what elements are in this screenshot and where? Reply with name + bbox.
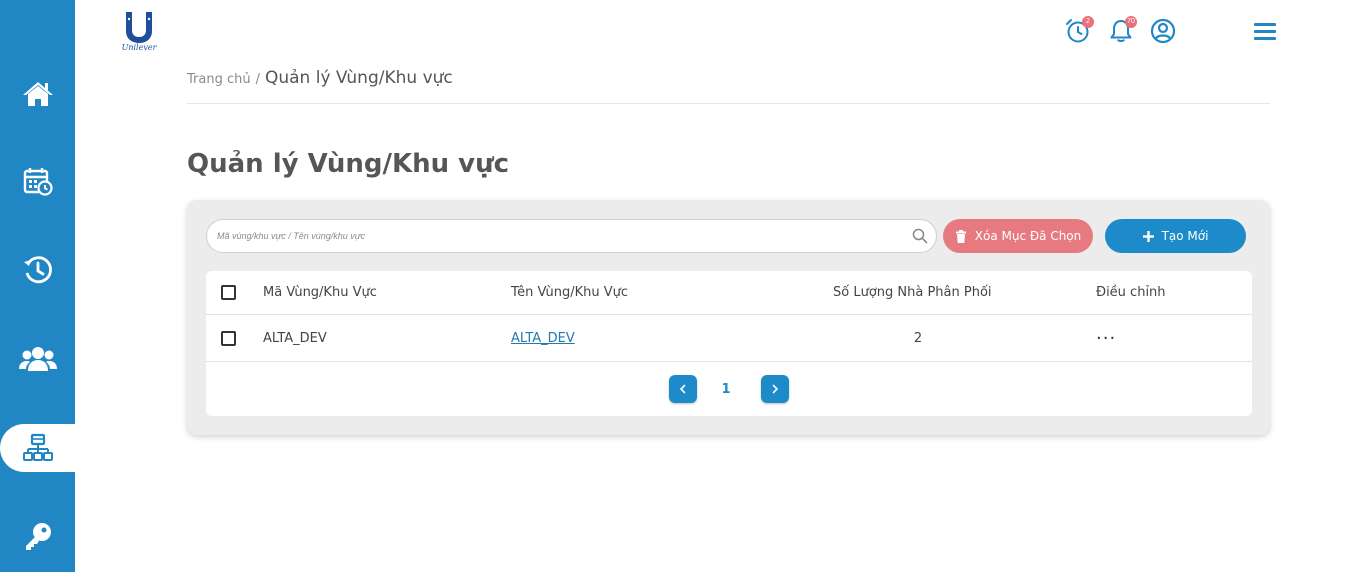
unilever-logo: Unilever [118,10,160,54]
search-input[interactable] [217,220,897,252]
sidebar [0,0,75,572]
search-box [206,219,937,253]
create-new-label: Tạo Mới [1161,229,1209,243]
next-page-button[interactable] [761,375,789,403]
sidebar-item-schedule[interactable] [0,157,75,205]
breadcrumb-divider [187,103,1270,104]
user-circle-icon [1150,18,1176,44]
hamburger-icon[interactable] [1253,21,1277,43]
table-row: ALTA_DEV ALTA_DEV 2 ··· [206,315,1252,362]
page-number-current[interactable]: 1 [716,375,736,403]
calendar-clock-icon [23,168,53,196]
breadcrumb-separator: / [255,72,260,87]
region-code-cell: ALTA_DEV [263,330,327,346]
key-icon [25,523,51,550]
breadcrumb-home-link[interactable]: Trang chủ [187,72,251,87]
account-button[interactable] [1149,17,1177,45]
prev-page-button[interactable] [669,375,697,403]
column-header-name[interactable]: Tên Vùng/Khu Vực [511,271,628,314]
region-list-card: Xóa Mục Đã Chọn Tạo Mới Mã Vùng/Khu Vực … [187,200,1270,435]
distributor-count-cell: 2 [913,330,923,346]
sidebar-item-regions[interactable] [0,424,75,472]
trash-icon [955,229,966,243]
chevron-left-icon [679,384,686,394]
users-icon [18,347,57,371]
page-title: Quản lý Vùng/Khu vực [187,149,510,179]
breadcrumb: Trang chủ / Quản lý Vùng/Khu vực [187,68,453,88]
unilever-u-mark [126,12,152,43]
column-header-actions: Điều chỉnh [1096,285,1166,300]
pagination: 1 [206,375,1252,403]
create-new-button[interactable]: Tạo Mới [1105,219,1246,253]
region-name-link[interactable]: ALTA_DEV [511,331,575,346]
sidebar-item-permissions[interactable] [0,512,75,560]
region-name-cell: ALTA_DEV [511,315,575,361]
column-header-code[interactable]: Mã Vùng/Khu Vực [263,271,377,314]
delete-selected-button[interactable]: Xóa Mục Đã Chọn [943,219,1093,253]
column-header-distributor-count[interactable]: Số Lượng Nhà Phân Phối [833,271,992,314]
sidebar-item-users[interactable] [0,335,75,383]
select-all-checkbox[interactable] [221,285,236,300]
notification-button[interactable]: 70 [1107,16,1137,45]
table-header-row: Mã Vùng/Khu Vực Tên Vùng/Khu Vực Số Lượn… [206,271,1252,315]
search-icon[interactable] [912,228,928,244]
more-actions-icon[interactable]: ··· [1096,328,1116,349]
row-actions-cell: ··· [1096,315,1116,361]
plus-icon [1142,230,1154,242]
history-icon [23,256,52,284]
logo-text: Unilever [121,43,157,52]
home-icon [22,82,53,106]
sidebar-item-home[interactable] [0,70,75,118]
sitemap-icon [22,433,53,461]
delete-selected-label: Xóa Mục Đã Chọn [974,229,1082,243]
sidebar-item-history[interactable] [0,246,75,294]
chevron-right-icon [772,384,779,394]
region-table: Mã Vùng/Khu Vực Tên Vùng/Khu Vực Số Lượn… [206,271,1252,416]
notification-badge: 70 [1125,16,1137,28]
row-select-cell [221,315,236,361]
alarm-button[interactable]: 2 [1064,16,1094,45]
alarm-badge: 2 [1082,16,1094,28]
row-checkbox[interactable] [221,330,236,346]
select-all-cell [221,271,236,314]
breadcrumb-current: Quản lý Vùng/Khu vực [264,68,453,88]
